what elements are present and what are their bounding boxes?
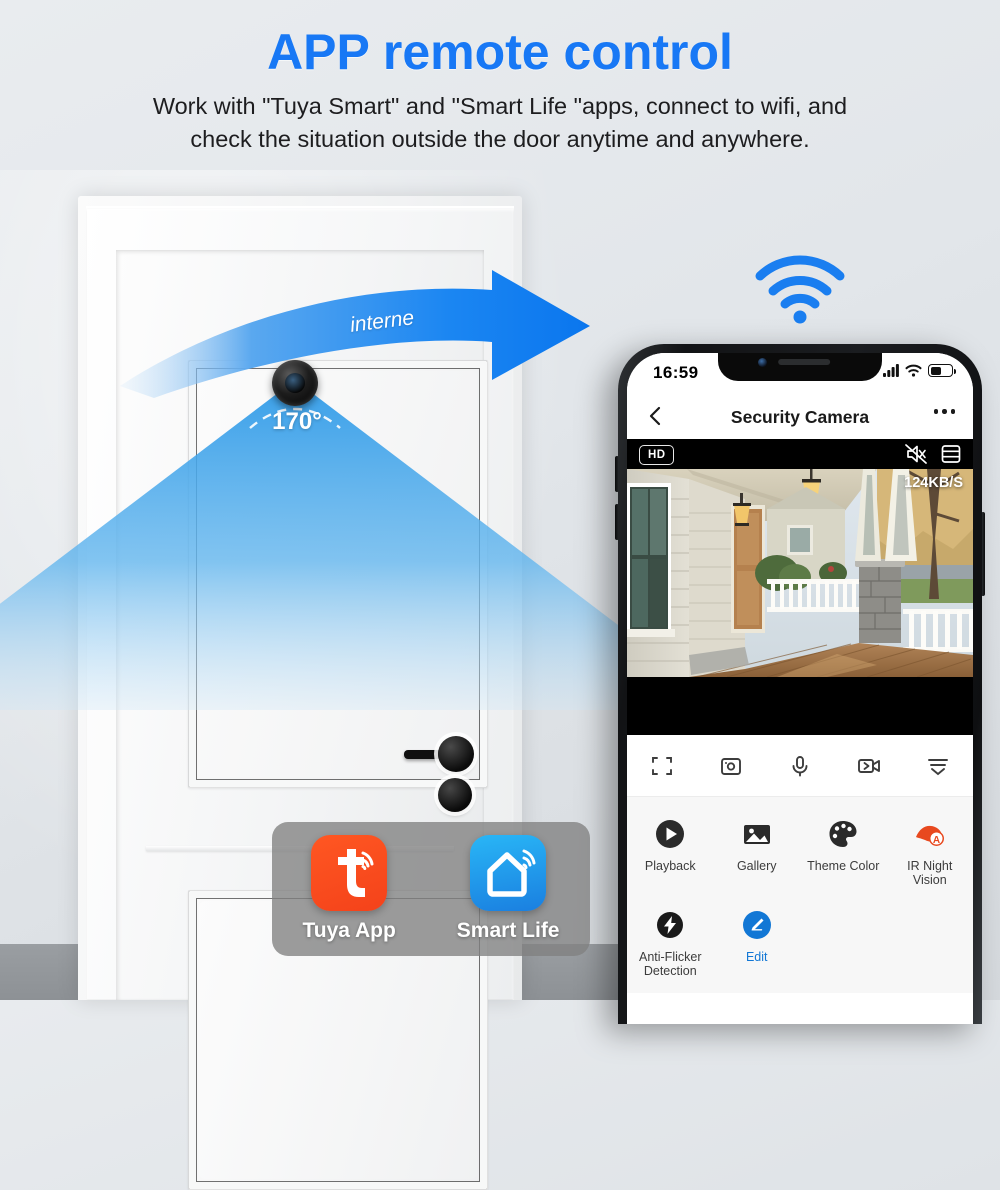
header: APP remote control Work with "Tuya Smart…	[0, 0, 1000, 156]
phone-screen: 16:59 Security Camera HD 124KB/S Playbac…	[627, 353, 973, 1024]
page-title: Security Camera	[730, 406, 870, 427]
fullscreen-icon	[651, 756, 672, 775]
screenshot-button[interactable]	[696, 754, 765, 778]
front-camera-icon	[758, 358, 767, 367]
playback-icon	[651, 815, 689, 853]
phone-frame: 16:59 Security Camera HD 124KB/S Playbac…	[618, 344, 982, 1024]
feature-empty-slot-1	[800, 898, 887, 989]
microphone-button[interactable]	[765, 754, 834, 778]
camera-control-row	[627, 735, 973, 797]
door-deadbolt	[438, 778, 472, 812]
smartphone: 16:59 Security Camera HD 124KB/S Playbac…	[615, 344, 985, 1024]
record-icon	[858, 758, 881, 773]
ellipsis-icon[interactable]	[933, 409, 955, 414]
feature-label: Anti-Flicker Detection	[638, 949, 702, 979]
record-button[interactable]	[835, 754, 904, 778]
fullscreen-button[interactable]	[627, 754, 696, 778]
camera-live-feed	[627, 469, 973, 677]
feature-gallery[interactable]: Gallery	[714, 807, 801, 898]
feature-empty-slot-2	[887, 898, 974, 989]
porch-scene-image	[627, 469, 973, 677]
feature-anti-flicker[interactable]: Anti-Flicker Detection	[627, 898, 714, 989]
hd-quality-badge[interactable]: HD	[639, 445, 675, 465]
feature-row-2: Anti-Flicker Detection Edit	[627, 898, 973, 989]
video-player[interactable]: HD 124KB/S	[627, 439, 973, 735]
edit-pencil-icon	[738, 906, 776, 944]
feature-label: Edit	[745, 949, 768, 964]
app-nav-bar: Security Camera	[627, 395, 973, 439]
app-label: Smart Life	[456, 919, 560, 942]
speaker-mute-icon[interactable]	[905, 444, 927, 464]
status-time: 16:59	[653, 363, 699, 382]
feature-grid: Playback Gallery Theme Color A IR Night …	[627, 797, 973, 993]
bitrate-label: 124KB/S	[904, 475, 963, 491]
screenshot-icon	[720, 757, 741, 775]
feature-row-1: Playback Gallery Theme Color A IR Night …	[627, 807, 973, 898]
split-view-icon[interactable]	[941, 444, 961, 464]
app-badge-smartlife[interactable]: Smart Life	[457, 835, 560, 943]
fov-angle-label: 170°	[272, 408, 322, 435]
page-heading: APP remote control	[267, 24, 733, 80]
svg-text:A: A	[933, 835, 940, 846]
feature-label: Theme Color	[807, 859, 880, 873]
wifi-icon	[755, 255, 845, 324]
door-handle-rose	[438, 736, 474, 772]
app-badges-panel: Tuya App Smart Life	[272, 822, 590, 956]
feature-ir-night-vision[interactable]: A IR Night Vision	[887, 807, 974, 898]
battery-level-fill	[930, 366, 941, 375]
app-badge-tuya[interactable]: Tuya App	[302, 835, 396, 943]
subtitle-line-1: Work with "Tuya Smart" and "Smart Life "…	[152, 92, 848, 119]
status-indicators	[883, 364, 956, 377]
microphone-icon	[792, 755, 808, 776]
wifi-status-icon	[905, 364, 922, 377]
earpiece-speaker	[778, 359, 831, 365]
battery-icon	[928, 364, 956, 377]
status-bar: 16:59	[627, 353, 973, 395]
display-notch	[718, 353, 882, 381]
feature-edit[interactable]: Edit	[714, 898, 801, 989]
chevron-left-icon[interactable]	[645, 405, 667, 427]
gallery-icon	[738, 815, 776, 853]
feature-label: IR Night Vision	[907, 859, 953, 888]
subtitle-line-2: check the situation outside the door any…	[190, 126, 810, 153]
video-top-icons	[905, 444, 961, 464]
scene-root: 170° interne 16:59 Security Camera HD 12…	[0, 0, 1000, 1190]
night-vision-icon: A	[911, 815, 949, 853]
smartlife-house-icon	[470, 835, 547, 911]
feature-theme-color[interactable]: Theme Color	[800, 807, 887, 898]
app-label: Tuya App	[302, 919, 396, 942]
feature-label: Playback	[644, 859, 696, 873]
collapse-icon	[928, 758, 949, 775]
signal-bars-icon	[883, 364, 899, 377]
flash-icon	[651, 906, 689, 944]
feature-playback[interactable]: Playback	[627, 807, 714, 898]
tuya-logo-icon	[311, 835, 388, 911]
palette-icon	[824, 815, 862, 853]
collapse-button[interactable]	[904, 754, 973, 778]
feature-label: Gallery	[736, 859, 777, 873]
